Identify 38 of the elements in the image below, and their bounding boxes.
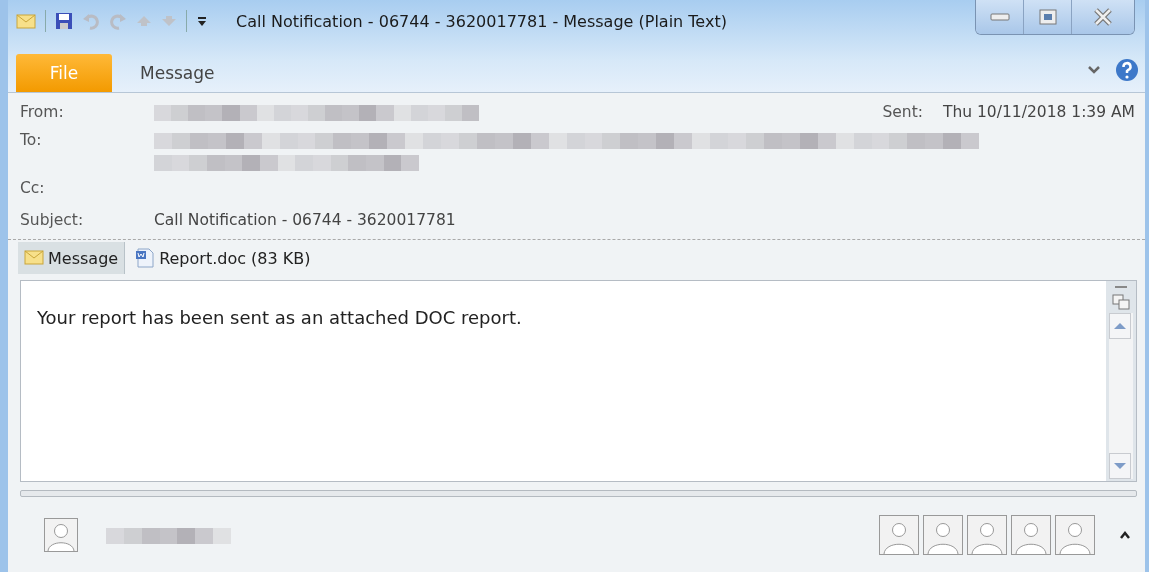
field-label: Subject: bbox=[20, 211, 85, 229]
maximize-button[interactable] bbox=[1024, 0, 1072, 34]
scroll-down-icon[interactable] bbox=[1109, 453, 1131, 479]
field-label: From: bbox=[20, 103, 65, 121]
sent-value: Thu 10/11/2018 1:39 AM bbox=[942, 103, 1135, 121]
message-button[interactable]: Message bbox=[18, 242, 126, 274]
scrollbar[interactable] bbox=[1109, 313, 1133, 479]
save-icon[interactable] bbox=[55, 12, 73, 30]
help-icon[interactable] bbox=[1115, 58, 1139, 82]
expand-ribbon-icon[interactable] bbox=[1087, 65, 1101, 75]
document-icon bbox=[135, 248, 156, 268]
avatar-icon[interactable] bbox=[923, 514, 963, 555]
field-label: Sent: bbox=[882, 103, 923, 121]
subject-value: Call Notification - 06744 - 3620017781 bbox=[154, 211, 456, 229]
envelope-icon bbox=[24, 248, 44, 268]
collapse-icon[interactable] bbox=[1114, 285, 1128, 291]
splitter-bar[interactable] bbox=[20, 490, 1137, 497]
avatar-icon[interactable] bbox=[1055, 514, 1095, 555]
envelope-icon[interactable] bbox=[16, 12, 36, 30]
maximize-icon bbox=[1038, 9, 1057, 25]
message-text: Your report has been sent as an attached DOC report. bbox=[37, 307, 523, 328]
attachment-button[interactable]: Report.doc (83 KB) bbox=[129, 242, 317, 274]
close-button[interactable] bbox=[1072, 0, 1134, 34]
avatar-icon[interactable] bbox=[967, 514, 1007, 555]
minimize-icon bbox=[989, 13, 1010, 21]
customize-icon[interactable] bbox=[196, 14, 208, 28]
avatar-icon[interactable] bbox=[44, 517, 78, 552]
people-icon[interactable] bbox=[1112, 293, 1130, 311]
minimize-button[interactable] bbox=[976, 0, 1024, 34]
expand-icon[interactable] bbox=[1119, 529, 1131, 540]
avatar-icon[interactable] bbox=[1011, 514, 1051, 555]
window-title: Call Notification - 06744 - 3620017781 - Message (Plain Text) bbox=[236, 11, 727, 31]
avatar-icon[interactable] bbox=[879, 514, 919, 555]
scroll-up-icon[interactable] bbox=[1109, 313, 1131, 339]
field-label: To: bbox=[20, 131, 43, 149]
field-label: Cc: bbox=[20, 179, 46, 197]
close-icon bbox=[1093, 8, 1113, 26]
ribbon-tab[interactable]: Message bbox=[126, 54, 229, 92]
